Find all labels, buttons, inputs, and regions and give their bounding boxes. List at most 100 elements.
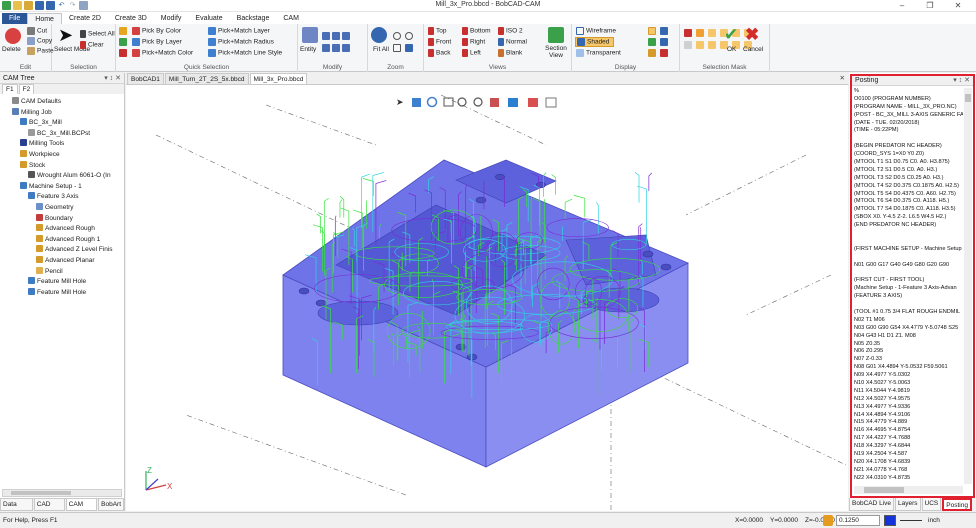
scroll-thumb[interactable]	[11, 491, 71, 495]
delete-button[interactable]: Delete	[2, 46, 21, 53]
tree-item[interactable]: BC_3x_Mill.BCPst	[0, 128, 124, 140]
modify-tool-icon-4[interactable]	[322, 44, 330, 52]
view-front-button[interactable]: Front	[428, 38, 451, 46]
pick-match-radius-button[interactable]: Pick+Match Radius	[208, 38, 274, 46]
modify-tool-icon-5[interactable]	[332, 44, 340, 52]
section-view-button[interactable]: Section View	[543, 45, 569, 59]
tab-bobcad-live[interactable]: BobCAD Live	[849, 498, 895, 511]
copy-button[interactable]: Copy	[27, 37, 52, 45]
snap-lock-icon[interactable]	[823, 515, 833, 526]
tab-backstage[interactable]: Backstage	[230, 13, 277, 24]
pick-match-layer-button[interactable]: Pick+Match Layer	[208, 27, 270, 35]
view-bottom-button[interactable]: Bottom	[462, 27, 491, 35]
wireframe-button[interactable]: Wireframe	[576, 27, 616, 35]
tolerance-input[interactable]: 0.1250	[836, 515, 880, 526]
zoom-window-icon[interactable]	[393, 44, 401, 52]
ok-button[interactable]: OK	[727, 46, 736, 53]
tree-item[interactable]: Stock	[0, 160, 124, 172]
cancel-button[interactable]: Cancel	[743, 46, 763, 53]
view-box-icon[interactable]	[545, 97, 557, 108]
tree-item[interactable]: Geometry	[0, 202, 124, 214]
tree-item[interactable]: CAM Defaults	[0, 97, 124, 108]
display-option-icon-3[interactable]	[648, 38, 656, 46]
mask-icon-3[interactable]	[708, 29, 716, 37]
tab-modify[interactable]: Modify	[154, 13, 189, 24]
tab-data-entry[interactable]: Data Entry	[0, 499, 33, 520]
tree-item[interactable]: Feature 3 Axis	[0, 192, 124, 203]
tab-posting[interactable]: Posting	[942, 498, 972, 511]
mask-icon-2[interactable]	[696, 29, 704, 37]
doc-tab-bobcad1[interactable]: BobCAD1	[127, 73, 164, 84]
view-zoom-icon[interactable]	[457, 97, 467, 107]
pick-match-line-style-button[interactable]: Pick+Match Line Style	[208, 49, 282, 57]
tree-item[interactable]: Pencil	[0, 266, 124, 278]
fit-all-icon[interactable]	[371, 27, 387, 43]
tree-item[interactable]: Milling Job	[0, 107, 124, 119]
tree-item[interactable]: BC_3x_Mill	[0, 118, 124, 129]
view-shade-icon[interactable]	[508, 98, 518, 107]
units-selector[interactable]: inch	[928, 517, 940, 524]
clear-button[interactable]: Clear	[80, 41, 104, 49]
fit-all-button[interactable]: Fit All	[370, 46, 392, 53]
posting-horizontal-scrollbar[interactable]	[854, 486, 963, 494]
tab-cam[interactable]: CAM	[276, 13, 306, 24]
mask-icon-7[interactable]	[684, 41, 692, 49]
mask-icon-1[interactable]	[684, 29, 692, 37]
nc-code-text[interactable]: % O0100 (PROGRAM NUMBER) (PROGRAM NAME - M…	[854, 88, 963, 484]
transparent-button[interactable]: Transparent	[576, 49, 621, 57]
maximize-button[interactable]: ❐	[916, 0, 944, 12]
viewport-canvas[interactable]: ➤ Z X	[126, 85, 848, 511]
view-section-icon[interactable]	[528, 98, 538, 107]
tree-item[interactable]: Wrought Alum 6061-O (In	[0, 171, 124, 182]
tree-item[interactable]: Feature Mill Hole	[0, 277, 124, 288]
view-iso2-button[interactable]: ISO 2	[498, 27, 523, 35]
entity-button[interactable]: Entity	[300, 46, 316, 53]
select-all-button[interactable]: Select All	[80, 30, 115, 38]
display-option-icon-6[interactable]	[660, 49, 668, 57]
close-document-button[interactable]: ✕	[837, 73, 848, 84]
tree-item[interactable]: Machine Setup - 1	[0, 181, 124, 193]
cam-tree-horizontal-scrollbar[interactable]	[2, 489, 122, 497]
tree-item[interactable]: Advanced Planar	[0, 255, 124, 267]
view-normal-button[interactable]: Normal	[498, 38, 527, 46]
display-option-icon-4[interactable]	[660, 38, 668, 46]
view-top-button[interactable]: Top	[428, 27, 446, 35]
viewport-toolbar[interactable]: ➤	[396, 96, 557, 108]
view-blank-button[interactable]: Blank	[498, 49, 522, 57]
view-zoom-dynamic-icon[interactable]	[473, 97, 483, 107]
view-right-button[interactable]: Right	[462, 38, 485, 46]
tree-item[interactable]: Advanced Rough 1	[0, 234, 124, 246]
zoom-out-icon[interactable]	[405, 32, 413, 40]
pan-icon[interactable]	[405, 44, 413, 52]
tab-f2[interactable]: F2	[18, 84, 35, 94]
panel-controls[interactable]: ▾ ↕ ✕	[104, 73, 121, 84]
modify-tool-icon-3[interactable]	[342, 32, 350, 40]
pick-by-color-button[interactable]: Pick By Color	[132, 27, 181, 35]
filter-icon-3[interactable]	[119, 49, 127, 57]
shaded-button[interactable]: Shaded	[575, 37, 615, 47]
arrow-cursor-icon[interactable]: ➤	[58, 26, 74, 44]
color-swatch[interactable]	[884, 515, 896, 526]
view-rotate-icon[interactable]	[426, 96, 438, 108]
posting-vertical-scrollbar[interactable]	[964, 88, 972, 484]
tab-cad-tree[interactable]: CAD Tree	[33, 499, 65, 520]
scroll-thumb[interactable]	[965, 94, 971, 102]
tab-file[interactable]: File	[2, 13, 28, 24]
tree-item[interactable]: Advanced Rough	[0, 224, 124, 235]
tab-layers[interactable]: Layers	[895, 498, 921, 511]
tree-item[interactable]: Workpiece	[0, 149, 124, 161]
cancel-x-icon[interactable]: ✖	[745, 26, 761, 43]
tab-create-3d[interactable]: Create 3D	[108, 13, 154, 24]
tab-f1[interactable]: F1	[2, 84, 18, 94]
section-view-icon[interactable]	[548, 27, 564, 43]
tab-evaluate[interactable]: Evaluate	[188, 13, 229, 24]
zoom-in-icon[interactable]	[393, 32, 401, 40]
view-pan-icon[interactable]	[412, 98, 421, 107]
tree-item[interactable]: Feature Mill Hole	[0, 287, 124, 299]
3d-viewport[interactable]: ➤ Z X	[126, 85, 848, 511]
display-option-icon-2[interactable]	[660, 27, 668, 35]
pick-match-color-button[interactable]: Pick+Match Color	[132, 49, 193, 57]
mask-icon-8[interactable]	[696, 41, 704, 49]
display-option-icon-1[interactable]	[648, 27, 656, 35]
tab-home[interactable]: Home	[27, 13, 62, 24]
